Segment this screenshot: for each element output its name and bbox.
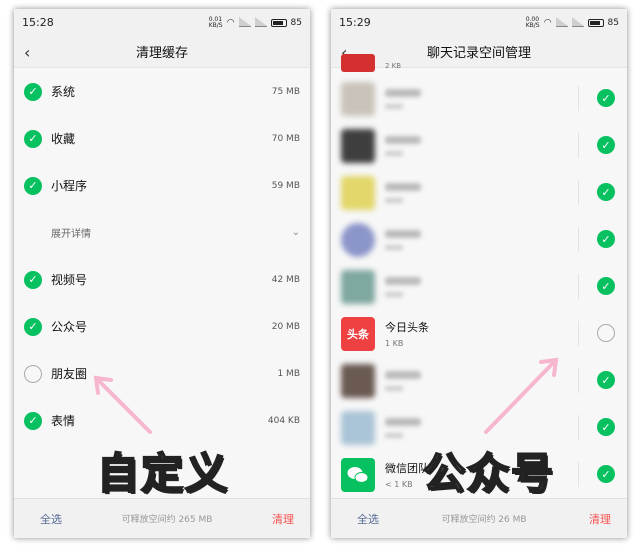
arrow-right-line: [484, 359, 557, 434]
caption-official-accounts: 公众号: [422, 448, 556, 499]
arrow-left-line: [96, 378, 152, 434]
caption-custom: 自定义: [96, 448, 230, 499]
